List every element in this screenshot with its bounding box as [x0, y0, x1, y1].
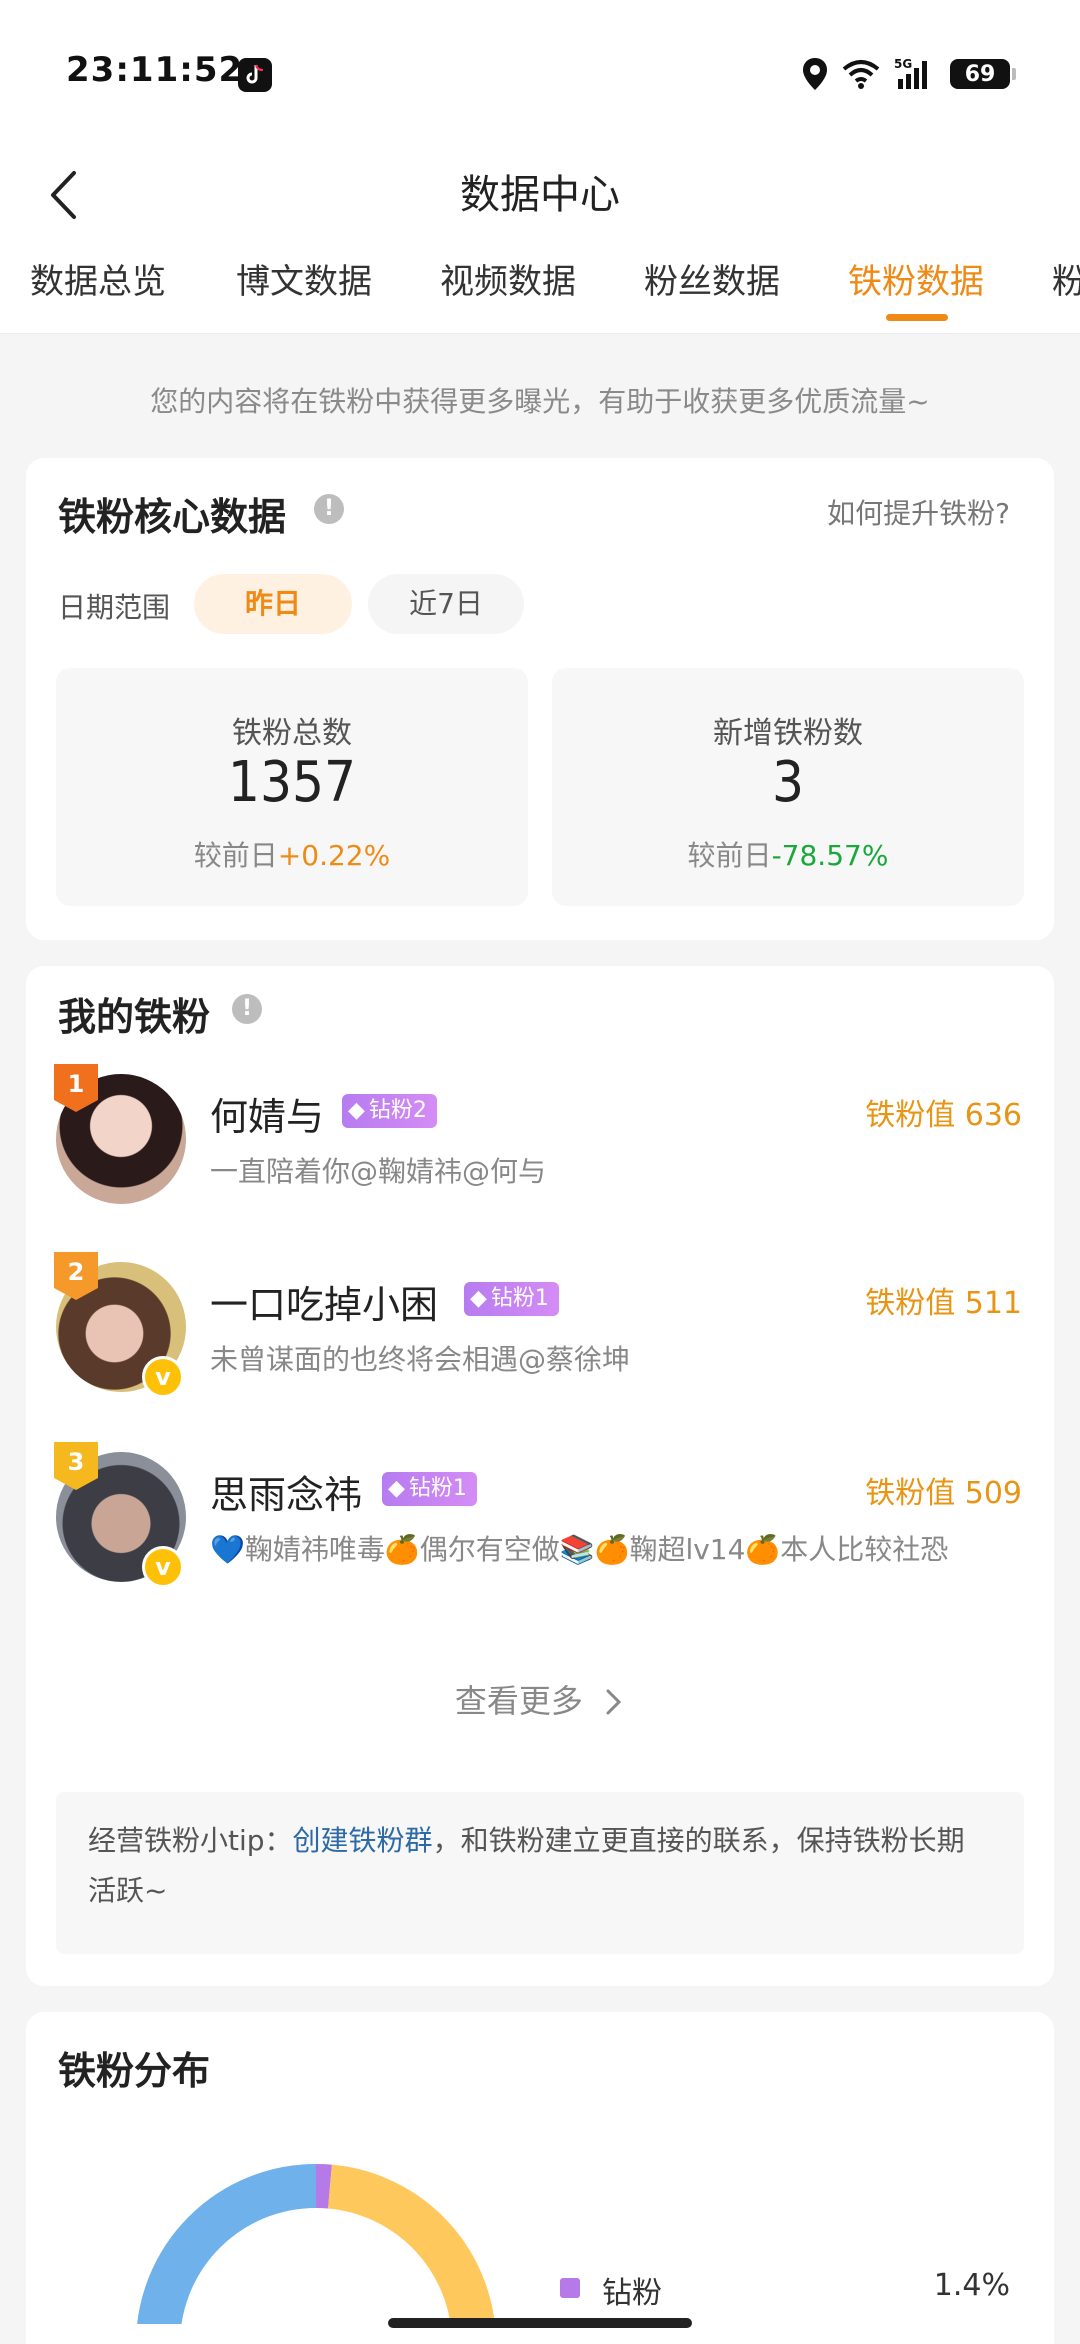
diamond-icon: ◆ [470, 1286, 487, 1311]
legend-swatch [560, 2278, 580, 2298]
battery-icon: 69 [950, 59, 1016, 89]
total-fans-stat: 铁粉总数 1357 较前日+0.22% [56, 668, 528, 906]
tab-overview[interactable]: 数据总览 [30, 250, 166, 333]
level-label: 钻粉1 [490, 1286, 549, 1311]
stat-label: 新增铁粉数 [713, 716, 863, 751]
legend-value: 1.4% [933, 2268, 1010, 2303]
verified-badge-icon: v [142, 1356, 184, 1398]
chip-yesterday[interactable]: 昨日 [194, 574, 352, 634]
donut-segment-yellow [327, 2164, 495, 2324]
info-icon[interactable]: ! [232, 994, 262, 1024]
tab-next[interactable]: 粉 [1052, 250, 1080, 333]
chevron-right-icon [606, 1689, 622, 1715]
see-more-button[interactable]: 查看更多 [26, 1676, 1054, 1722]
diamond-icon: ◆ [348, 1098, 365, 1123]
fan-name[interactable]: 何婧与 [210, 1086, 324, 1141]
stat-label: 铁粉总数 [232, 716, 352, 751]
tip-prefix: 经营铁粉小tip： [88, 1824, 293, 1857]
compare-prefix: 较前日 [687, 839, 772, 872]
stat-compare: 较前日-78.57% [552, 834, 1024, 874]
new-fans-stat: 新增铁粉数 3 较前日-78.57% [552, 668, 1024, 906]
core-data-card: 铁粉核心数据 ! 如何提升铁粉? 日期范围 昨日 近7日 铁粉总数 1357 较… [26, 458, 1054, 940]
signal-5g-icon: 5G [894, 57, 927, 89]
stat-value: 1357 [227, 750, 357, 815]
fan-description: 未曾谋面的也终将会相遇@蔡徐坤 [210, 1343, 631, 1376]
notice-text: 您的内容将在铁粉中获得更多曝光，有助于收获更多优质流量~ [150, 385, 930, 418]
fan-name[interactable]: 一口吃掉小困 [210, 1274, 438, 1329]
fan-item[interactable]: 2 v 一口吃掉小困 ◆ 钻粉1 铁粉值 511 未曾谋面的也终将会相遇@蔡徐坤 [26, 1238, 1054, 1398]
see-more-label: 查看更多 [454, 1682, 583, 1720]
fan-description: 💙鞠婧祎唯毒🍊偶尔有空做📚🍊鞠超lv14🍊本人比较社恐 [210, 1533, 949, 1566]
chip-last-7-days[interactable]: 近7日 [368, 574, 524, 634]
active-tab-indicator [886, 314, 948, 321]
home-indicator[interactable] [388, 2318, 692, 2328]
fan-name[interactable]: 思雨念祎 [210, 1464, 362, 1519]
location-icon [803, 58, 827, 90]
donut-segment-purple [315, 2164, 332, 2209]
fan-description: 一直陪着你@鞠婧祎@何与 [210, 1155, 547, 1188]
status-bar: 23:11:52 5G 69 [0, 0, 1080, 140]
level-badge: ◆ 钻粉2 [342, 1094, 437, 1128]
fan-score: 铁粉值 636 [865, 1098, 1022, 1133]
level-badge: ◆ 钻粉1 [382, 1472, 477, 1506]
status-time: 23:11:52 [66, 50, 244, 90]
diamond-icon: ◆ [388, 1476, 405, 1501]
compare-value: -78.57% [771, 839, 889, 872]
tab-posts[interactable]: 博文数据 [236, 250, 372, 333]
create-fan-group-link[interactable]: 创建铁粉群 [293, 1824, 433, 1857]
wifi-icon [842, 60, 880, 89]
stat-compare: 较前日+0.22% [56, 834, 528, 874]
level-label: 钻粉2 [368, 1098, 427, 1123]
legend-label: 钻粉 [602, 2276, 662, 2311]
tip-box: 经营铁粉小tip：创建铁粉群，和铁粉建立更直接的联系，保持铁粉长期活跃~ [56, 1792, 1024, 1954]
verified-badge-icon: v [142, 1546, 184, 1588]
compare-prefix: 较前日 [193, 839, 278, 872]
my-fans-card: 我的铁粉 ! 1 何婧与 ◆ 钻粉2 铁粉值 636 一直陪着你@鞠婧祎@何与 2… [26, 966, 1054, 1986]
svg-text:5G: 5G [894, 57, 912, 71]
tiktok-notification-icon [238, 58, 272, 92]
level-label: 钻粉1 [408, 1476, 467, 1501]
tab-fans[interactable]: 粉丝数据 [644, 250, 780, 333]
info-icon[interactable]: ! [314, 494, 344, 524]
fan-item[interactable]: 1 何婧与 ◆ 钻粉2 铁粉值 636 一直陪着你@鞠婧祎@何与 [26, 1050, 1054, 1210]
my-fans-title: 我的铁粉 [58, 995, 211, 1039]
distribution-donut-chart [137, 2164, 495, 2324]
fan-item[interactable]: 3 v 思雨念祎 ◆ 钻粉1 铁粉值 509 💙鞠婧祎唯毒🍊偶尔有空做📚🍊鞠超lv… [26, 1428, 1054, 1588]
tab-videos[interactable]: 视频数据 [440, 250, 576, 333]
page-title: 数据中心 [460, 172, 620, 218]
level-badge: ◆ 钻粉1 [464, 1282, 559, 1316]
stat-value: 3 [771, 750, 805, 815]
date-range-label: 日期范围 [58, 591, 171, 624]
fan-score: 铁粉值 509 [865, 1476, 1022, 1511]
top-nav: 数据中心 [0, 140, 1080, 250]
fan-score: 铁粉值 511 [865, 1286, 1022, 1321]
status-icons: 5G 69 [802, 54, 1016, 94]
core-data-title: 铁粉核心数据 [58, 495, 287, 539]
donut-segment-blue [137, 2164, 317, 2324]
tab-iron-fans[interactable]: 铁粉数据 [848, 250, 984, 333]
fan-distribution-card: 铁粉分布 钻粉 1.4% [26, 2012, 1054, 2344]
distribution-title: 铁粉分布 [58, 2049, 211, 2093]
compare-value: +0.22% [277, 839, 391, 872]
tab-bar: 数据总览 博文数据 视频数据 粉丝数据 铁粉数据 粉 [0, 250, 1080, 334]
how-to-improve-link[interactable]: 如何提升铁粉? [827, 492, 1010, 532]
